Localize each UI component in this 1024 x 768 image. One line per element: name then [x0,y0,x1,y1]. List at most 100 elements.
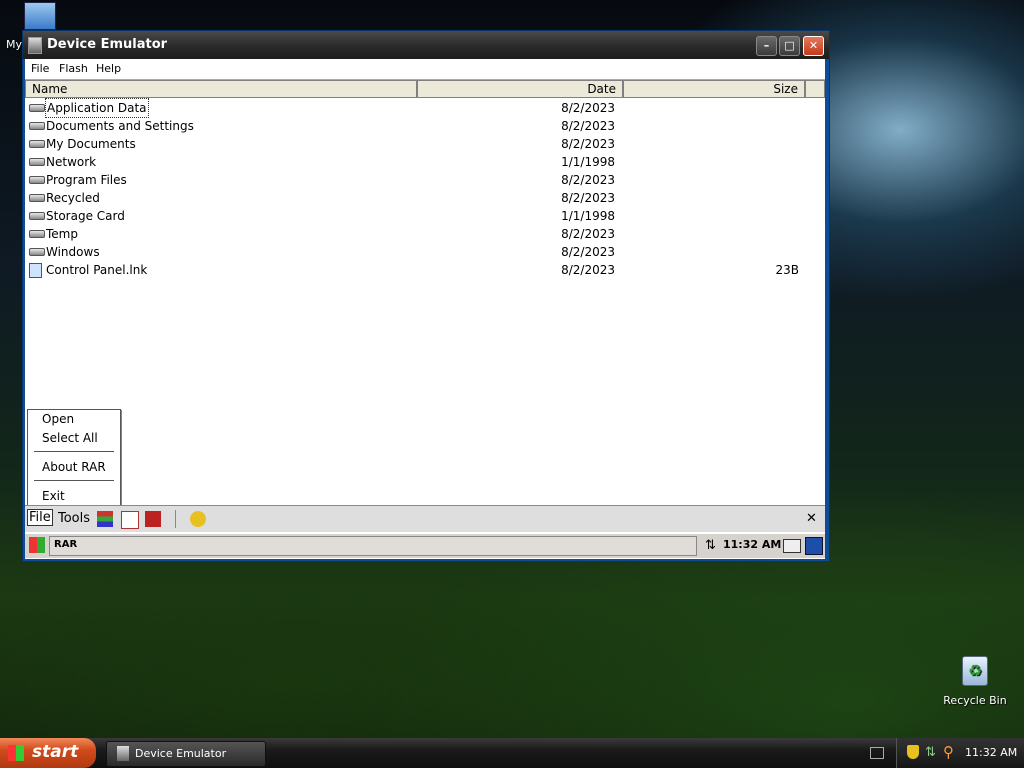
drive-folder-icon [29,140,45,148]
drive-folder-icon [29,122,45,130]
menu-separator [34,480,114,481]
wm-task-field: RAR [49,536,697,556]
taskbar-button-device-emulator[interactable]: Device Emulator [106,741,266,767]
file-date: 8/2/2023 [561,101,615,115]
system-clock[interactable]: 11:32 AM [965,746,1017,759]
shortcut-icon [29,263,42,278]
menu-item-about-rar[interactable]: About RAR [42,460,106,474]
menu-item-exit[interactable]: Exit [42,489,65,503]
device-emulator-window: Device Emulator – □ ✕ File Flash Help Na… [22,30,830,562]
wm-keyboard-icon[interactable] [783,539,801,553]
desktop-icon-my-computer[interactable]: My [4,2,56,51]
minimize-button[interactable]: – [756,36,777,56]
column-header-size[interactable]: Size [623,80,805,98]
file-row[interactable]: Recycled 8/2/2023 [25,189,825,207]
file-date: 1/1/1998 [561,209,615,223]
file-name: Temp [46,227,78,241]
file-name: Documents and Settings [46,119,194,133]
file-row[interactable]: Program Files 8/2/2023 [25,171,825,189]
wm-network-icon: ⇅ [705,538,716,553]
file-list: Application Data 8/2/2023 Documents and … [25,98,825,279]
menu-separator [34,451,114,452]
file-row[interactable]: Documents and Settings 8/2/2023 [25,117,825,135]
recycle-bin-label: Recycle Bin [943,694,1007,707]
file-date: 8/2/2023 [561,173,615,187]
device-emulator-icon [117,746,129,761]
file-date: 8/2/2023 [561,263,615,277]
refresh-icon[interactable] [190,511,206,527]
file-date: 8/2/2023 [561,245,615,259]
file-name: Program Files [46,173,127,187]
column-date-label: Date [587,82,616,96]
file-row[interactable]: Application Data 8/2/2023 [25,98,825,118]
wm-start-icon[interactable] [29,537,45,553]
search-icon[interactable]: ⚲ [943,743,954,761]
file-row[interactable]: Windows 8/2/2023 [25,243,825,261]
column-header-filler [805,80,825,98]
file-row[interactable]: Temp 8/2/2023 [25,225,825,243]
network-icon[interactable]: ⇅ [925,745,936,760]
file-date: 8/2/2023 [561,119,615,133]
recycle-bin-icon: ♻ [962,656,988,686]
menu-bar: File Flash Help [25,59,825,80]
command-bar: File Tools ✕ [25,505,825,532]
desktop-icon-recycle-bin[interactable]: ♻ Recycle Bin [940,656,1010,707]
drive-folder-icon [29,104,45,112]
title-bar[interactable]: Device Emulator – □ ✕ [23,31,829,59]
my-computer-icon [24,2,56,30]
drive-folder-icon [29,158,45,166]
file-name: Control Panel.lnk [46,263,148,277]
file-explorer: File Flash Help Name Date Size Applicati… [25,59,825,559]
my-computer-label: My [6,38,23,51]
wm-clock[interactable]: 11:32 AM [723,538,781,551]
file-date: 1/1/1998 [561,155,615,169]
file-name: Network [46,155,97,169]
start-button[interactable]: start [0,738,96,768]
close-button[interactable]: ✕ [803,36,824,56]
column-header-name[interactable]: Name [25,80,417,98]
archive-books-icon[interactable] [97,511,113,527]
cmd-menu-tools[interactable]: Tools [58,511,90,526]
file-date: 8/2/2023 [561,227,615,241]
windows-flag-icon [8,745,24,761]
file-size: 23B [775,263,799,277]
extract-archive-icon[interactable] [145,511,161,527]
taskbar-button-label: Device Emulator [135,747,227,760]
xp-taskbar: start Device Emulator ⇅ ⚲ 11:32 AM [0,738,1024,768]
wm-taskbar: RAR ⇅ 11:32 AM [25,533,825,558]
file-row[interactable]: Storage Card 1/1/1998 [25,207,825,225]
menu-flash[interactable]: Flash [59,62,88,75]
column-header-date[interactable]: Date [417,80,623,98]
app-icon [28,37,42,54]
column-name-label: Name [32,82,68,96]
cmd-close-button[interactable]: ✕ [806,511,817,526]
file-row[interactable]: My Documents 8/2/2023 [25,135,825,153]
menu-help[interactable]: Help [96,62,121,75]
maximize-button[interactable]: □ [779,36,800,56]
menu-file[interactable]: File [31,62,49,75]
file-row[interactable]: Network 1/1/1998 [25,153,825,171]
open-book-icon[interactable] [121,511,139,529]
wm-windows-icon[interactable] [805,537,823,555]
menu-item-open[interactable]: Open [42,412,74,426]
security-shield-icon[interactable] [907,745,919,759]
wm-active-app: RAR [54,539,78,550]
drive-folder-icon [29,212,45,220]
menu-item-select-all[interactable]: Select All [42,431,98,445]
keyboard-layout-icon[interactable] [870,747,884,759]
file-name: Storage Card [46,209,125,223]
file-name: Windows [46,245,100,259]
drive-folder-icon [29,248,45,256]
file-name: My Documents [46,137,136,151]
drive-folder-icon [29,176,45,184]
file-date: 8/2/2023 [561,137,615,151]
toolbar-separator [175,510,176,528]
cmd-menu-file[interactable]: File [27,509,53,526]
file-name: Application Data [45,98,149,118]
system-tray: ⇅ ⚲ 11:32 AM [896,738,1024,768]
start-label: start [32,742,79,762]
column-size-label: Size [773,82,798,96]
window-title: Device Emulator [47,37,168,52]
drive-folder-icon [29,194,45,202]
file-row[interactable]: Control Panel.lnk 8/2/2023 23B [25,261,825,279]
